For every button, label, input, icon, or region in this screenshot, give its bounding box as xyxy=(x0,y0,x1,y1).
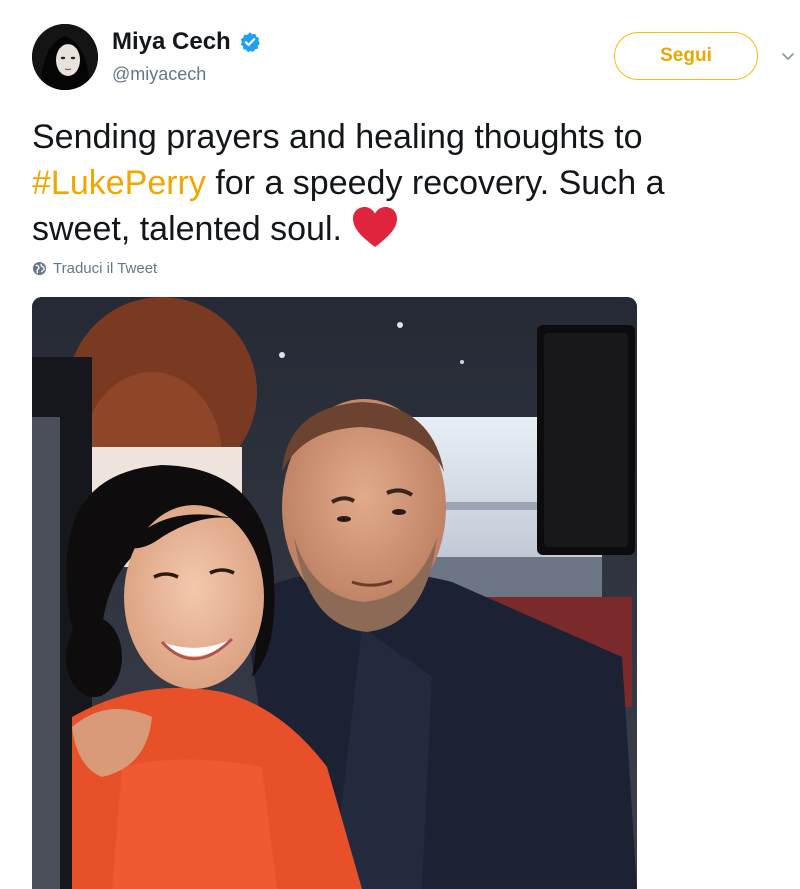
author-handle[interactable]: @miyacech xyxy=(112,64,206,85)
translate-tweet-link[interactable]: Traduci il Tweet xyxy=(32,260,157,277)
globe-icon xyxy=(32,261,47,276)
translate-label[interactable]: Traduci il Tweet xyxy=(53,260,157,277)
verified-badge-icon xyxy=(240,32,260,53)
chevron-down-icon[interactable] xyxy=(780,48,796,64)
red-heart-icon xyxy=(352,207,397,248)
hashtag-link[interactable]: #LukePerry xyxy=(32,164,206,202)
author-name-row[interactable]: Miya Cech xyxy=(112,28,261,56)
photo-image xyxy=(32,297,637,889)
tweet-text: Sending prayers and healing thoughts to … xyxy=(32,114,772,252)
tweet-text-start: Sending prayers and healing thoughts to xyxy=(32,118,643,156)
follow-button[interactable]: Segui xyxy=(614,32,758,80)
tweet-photo[interactable] xyxy=(32,297,637,889)
avatar-photo xyxy=(32,24,98,90)
avatar[interactable] xyxy=(32,24,98,90)
author-name[interactable]: Miya Cech xyxy=(112,28,231,56)
